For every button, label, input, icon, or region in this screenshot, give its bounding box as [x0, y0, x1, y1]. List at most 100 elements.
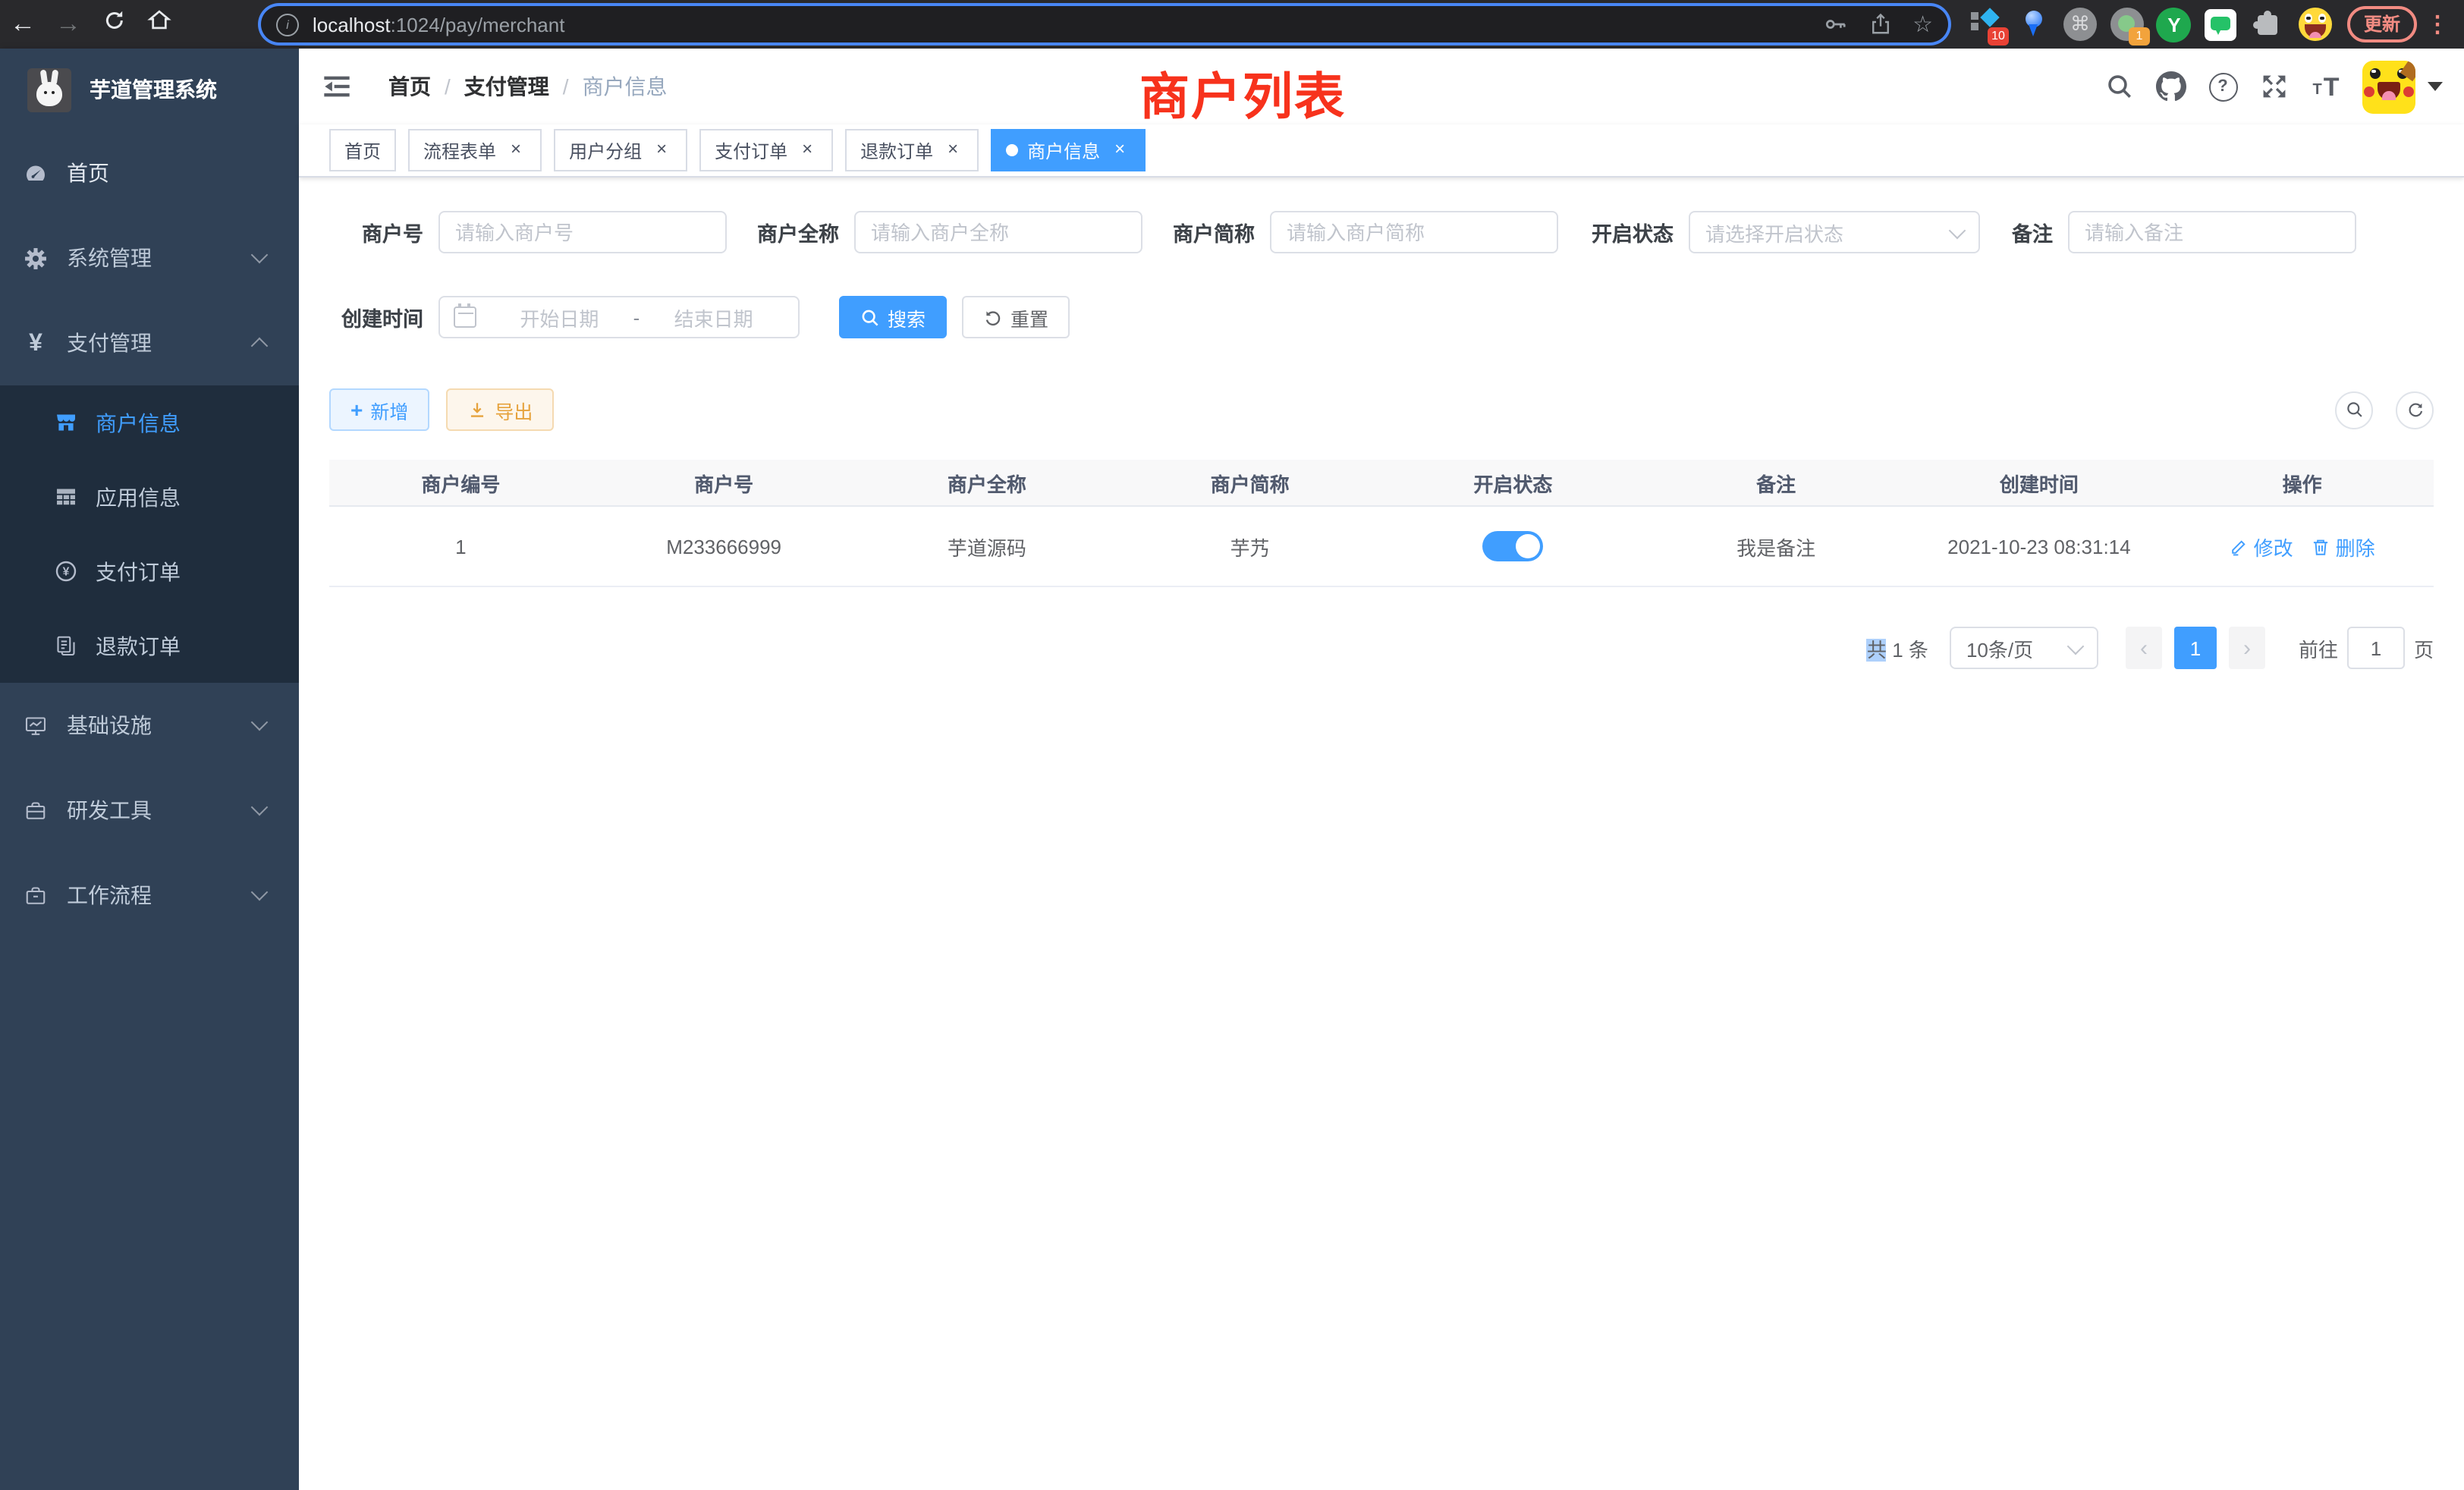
page-size-select[interactable]: 10条/页: [1950, 627, 2098, 669]
merchant-name-input[interactable]: [854, 211, 1142, 253]
merchant-no-input[interactable]: [438, 211, 727, 253]
yen-circle-icon: ¥: [55, 560, 77, 583]
merchant-short-input[interactable]: [1270, 211, 1558, 253]
goto-page-input[interactable]: [2347, 627, 2405, 669]
column-header: 创建时间: [1908, 468, 2171, 497]
filter-merchant-no: 商户号: [329, 211, 727, 253]
reset-button[interactable]: 重置: [962, 296, 1070, 338]
active-dot: [1006, 144, 1018, 156]
sidebar-item-dev-tools[interactable]: 研发工具: [0, 768, 299, 853]
browser-update-button[interactable]: 更新: [2347, 6, 2417, 42]
extension-badge: 1: [2129, 27, 2150, 46]
avatar-caret-icon[interactable]: [2428, 82, 2443, 91]
app-title: 芋道管理系统: [90, 74, 217, 105]
user-avatar[interactable]: [2362, 60, 2415, 113]
extension-workona-icon[interactable]: 10: [1966, 5, 2006, 44]
address-bar[interactable]: i localhost:1024/pay/merchant ☆: [261, 6, 1948, 42]
dashboard-icon: [24, 162, 47, 184]
sidebar-item-refund-order[interactable]: 退款订单: [0, 608, 299, 683]
extension-recorder-icon[interactable]: 1: [2107, 5, 2147, 44]
breadcrumb-home[interactable]: 首页: [388, 71, 431, 102]
filter-status: 开启状态 请选择开启状态: [1579, 211, 1980, 253]
sidebar-item-app-info[interactable]: 应用信息: [0, 460, 299, 534]
extension-command-icon[interactable]: ⌘: [2060, 5, 2100, 44]
tag-process-form[interactable]: 流程表单×: [408, 129, 542, 171]
status-toggle[interactable]: [1482, 531, 1543, 561]
grid-icon: [55, 486, 77, 508]
toggle-search-icon[interactable]: [2335, 391, 2373, 429]
export-button[interactable]: 导出: [446, 388, 554, 431]
close-icon[interactable]: ×: [651, 140, 672, 161]
goto-label: 前往: [2299, 633, 2338, 662]
delete-button[interactable]: 删除: [2312, 532, 2375, 561]
sidebar-item-home[interactable]: 首页: [0, 130, 299, 215]
header-search-icon[interactable]: [2101, 68, 2138, 105]
fullscreen-icon[interactable]: [2256, 68, 2293, 105]
date-separator: -: [633, 306, 640, 328]
yen-icon: ¥: [24, 332, 47, 354]
app-logo[interactable]: 芋道管理系统: [0, 49, 299, 130]
extension-pin-icon[interactable]: [2013, 5, 2053, 44]
edit-button[interactable]: 修改: [2230, 532, 2293, 561]
breadcrumb-payment[interactable]: 支付管理: [464, 71, 549, 102]
sidebar: 芋道管理系统 首页 系统管理 ¥ 支付管理 商户信息: [0, 49, 299, 1490]
refresh-table-icon[interactable]: [2396, 391, 2434, 429]
tag-home[interactable]: 首页: [329, 129, 396, 171]
merchant-table: 商户编号 商户号 商户全称 商户简称 开启状态 备注 创建时间 操作 1 M23…: [329, 460, 2434, 587]
tag-user-group[interactable]: 用户分组×: [554, 129, 687, 171]
browser-refresh-icon[interactable]: [91, 0, 137, 49]
logo-rabbit-image: [27, 68, 71, 112]
url-text: localhost:1024/pay/merchant: [313, 13, 1802, 36]
filter-remark: 备注: [2001, 211, 2356, 253]
sidebar-item-merchant-info[interactable]: 商户信息: [0, 385, 299, 460]
next-page-button[interactable]: ›: [2229, 627, 2265, 669]
close-icon[interactable]: ×: [1109, 140, 1130, 161]
date-range-picker[interactable]: 开始日期 - 结束日期: [438, 296, 800, 338]
site-info-icon[interactable]: i: [276, 13, 299, 36]
status-select[interactable]: 请选择开启状态: [1689, 211, 1980, 253]
sidebar-item-system[interactable]: 系统管理: [0, 215, 299, 300]
sidebar-item-workflow[interactable]: 工作流程: [0, 853, 299, 938]
tag-refund-order[interactable]: 退款订单×: [845, 129, 979, 171]
browser-menu-icon[interactable]: ⋮: [2426, 11, 2449, 38]
sidebar-item-pay-order[interactable]: ¥ 支付订单: [0, 534, 299, 608]
close-icon[interactable]: ×: [797, 140, 818, 161]
browser-home-icon[interactable]: [137, 0, 182, 49]
extension-yapi-icon[interactable]: Y: [2154, 5, 2194, 44]
chevron-down-icon: [1949, 222, 1966, 239]
sidebar-item-infrastructure[interactable]: 基础设施: [0, 683, 299, 768]
breadcrumb-separator: /: [563, 74, 569, 99]
bookmark-star-icon[interactable]: ☆: [1912, 11, 1933, 38]
add-button[interactable]: + 新增: [329, 388, 429, 431]
help-icon[interactable]: ?: [2205, 68, 2241, 105]
column-header: 商户号: [592, 468, 856, 497]
column-header: 操作: [2170, 468, 2434, 497]
screen: ← → i localhost:1024/pay/merchant ☆ 10: [0, 0, 2464, 1490]
browser-forward-icon[interactable]: →: [46, 0, 91, 49]
tag-pay-order[interactable]: 支付订单×: [699, 129, 833, 171]
password-key-icon[interactable]: [1823, 12, 1847, 36]
share-icon[interactable]: [1868, 12, 1891, 36]
briefcase-icon: [24, 884, 47, 907]
tag-merchant-info[interactable]: 商户信息×: [991, 129, 1146, 171]
page-number-button[interactable]: 1: [2174, 627, 2217, 669]
extension-emoji-icon[interactable]: [2296, 5, 2335, 44]
chevron-up-icon: [251, 338, 269, 355]
extensions-puzzle-icon[interactable]: [2249, 5, 2288, 44]
close-icon[interactable]: ×: [942, 140, 963, 161]
sidebar-toggle-icon[interactable]: [322, 71, 352, 102]
extension-chat-icon[interactable]: [2202, 5, 2241, 44]
sidebar-item-payment[interactable]: ¥ 支付管理: [0, 300, 299, 385]
pagination: 共 1 条 10条/页 ‹ 1 › 前往 页: [329, 627, 2434, 669]
tags-view: 首页 流程表单× 用户分组× 支付订单× 退款订单× 商户信息×: [299, 124, 2464, 178]
search-button[interactable]: 搜索: [839, 296, 947, 338]
prev-page-button[interactable]: ‹: [2126, 627, 2162, 669]
font-size-icon[interactable]: TT: [2308, 68, 2344, 105]
github-icon[interactable]: [2153, 68, 2189, 105]
filter-merchant-name: 商户全称: [748, 211, 1142, 253]
remark-input[interactable]: [2068, 211, 2356, 253]
filter-create-time: 创建时间 开始日期 - 结束日期: [329, 296, 800, 338]
browser-back-icon[interactable]: ←: [0, 0, 46, 49]
chevron-down-icon: [2067, 637, 2085, 655]
close-icon[interactable]: ×: [505, 140, 526, 161]
